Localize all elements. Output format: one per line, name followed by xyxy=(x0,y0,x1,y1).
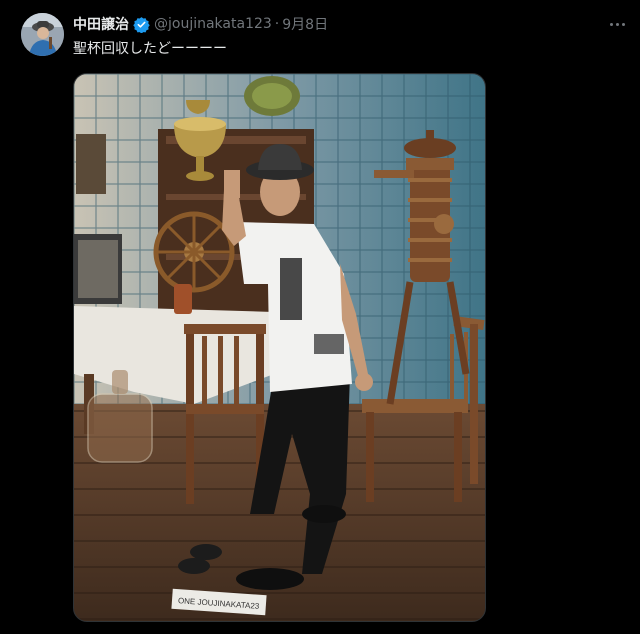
verified-badge-icon xyxy=(133,16,150,33)
author-avatar[interactable] xyxy=(21,13,64,56)
author-handle[interactable]: @joujinakata123 xyxy=(154,16,272,32)
tweet[interactable]: 中田譲治 @joujinakata123 · 9月8日 聖杯回収したどーーーー xyxy=(0,0,640,634)
tweet-text: 聖杯回収したどーーーー xyxy=(73,41,227,57)
separator-dot: · xyxy=(274,16,280,32)
tweet-photo[interactable]: ONE JOUJINAKATA23 xyxy=(73,73,486,622)
tweet-header: 中田譲治 @joujinakata123 · 9月8日 xyxy=(73,13,328,35)
tweet-date[interactable]: 9月8日 xyxy=(282,14,328,34)
author-name[interactable]: 中田譲治 xyxy=(73,14,129,34)
more-horizontal-icon[interactable] xyxy=(606,14,628,34)
